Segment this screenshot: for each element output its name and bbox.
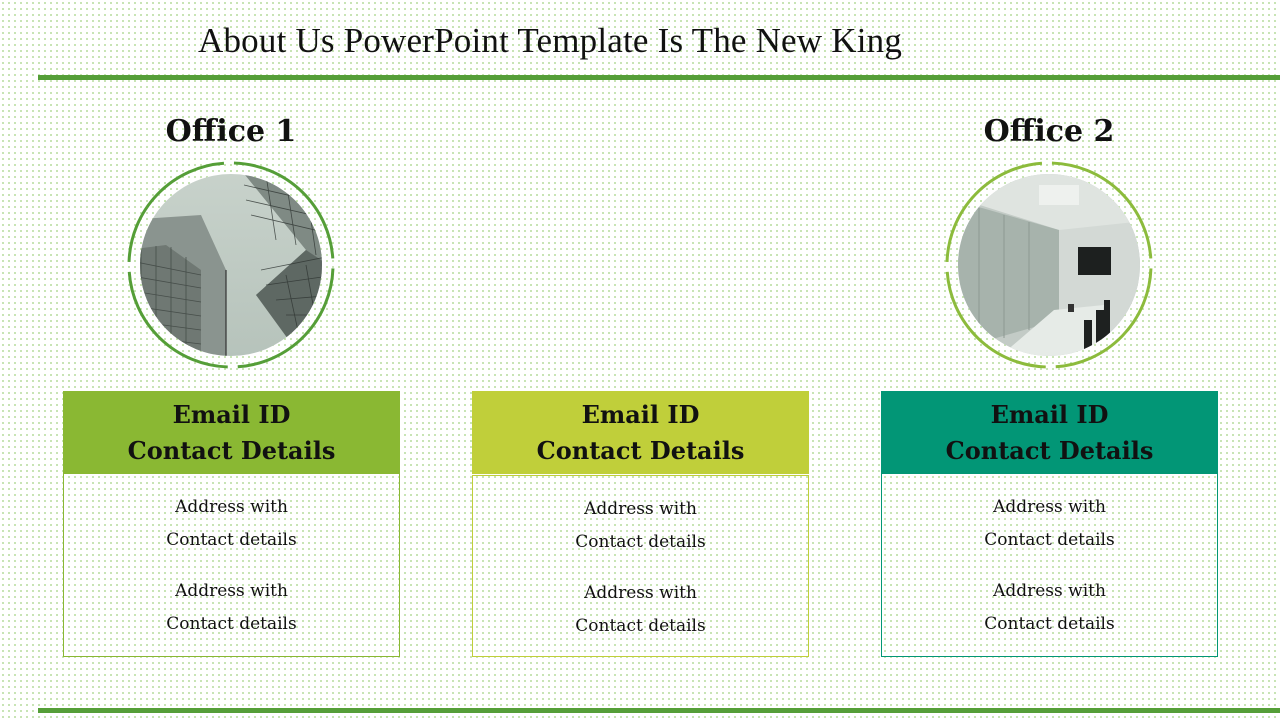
address-line: Address with xyxy=(584,583,697,603)
card-1-email-label: Email ID xyxy=(172,399,291,429)
contact-line: Contact details xyxy=(984,614,1115,634)
card-1-body: Address with Contact details Address wit… xyxy=(63,474,400,657)
office-1-photo xyxy=(126,160,336,370)
contact-line: Contact details xyxy=(575,532,706,552)
contact-line: Contact details xyxy=(984,530,1115,550)
top-divider xyxy=(38,75,1280,80)
contact-line: Contact details xyxy=(575,616,706,636)
card-2-contact-label: Contact Details xyxy=(536,435,745,465)
address-line: Address with xyxy=(993,497,1106,517)
office-building-image xyxy=(127,161,335,369)
card-2-email-label: Email ID xyxy=(581,399,700,429)
address-line: Address with xyxy=(175,581,288,601)
card-3-header: Email ID Contact Details xyxy=(881,391,1218,474)
card-2-body: Address with Contact details Address wit… xyxy=(472,475,809,657)
address-line: Address with xyxy=(175,497,288,517)
card-3-email-label: Email ID xyxy=(990,399,1109,429)
contact-line: Contact details xyxy=(166,614,297,634)
contact-card-2: Email ID Contact Details Address with Co… xyxy=(472,391,809,657)
address-line: Address with xyxy=(993,581,1106,601)
slide-title: About Us PowerPoint Template Is The New … xyxy=(198,21,903,60)
contact-card-1: Email ID Contact Details Address with Co… xyxy=(63,391,400,657)
card-3-body: Address with Contact details Address wit… xyxy=(881,474,1218,657)
card-3-contact-label: Contact Details xyxy=(945,435,1154,465)
office-2-label: Office 2 xyxy=(983,114,1115,149)
address-line: Address with xyxy=(584,499,697,519)
contact-line: Contact details xyxy=(166,530,297,550)
conference-room-image xyxy=(945,161,1153,369)
card-1-contact-label: Contact Details xyxy=(127,435,336,465)
office-1-label: Office 1 xyxy=(165,114,297,149)
card-1-header: Email ID Contact Details xyxy=(63,391,400,474)
office-2-photo xyxy=(944,160,1154,370)
bottom-divider xyxy=(38,708,1280,713)
contact-card-3: Email ID Contact Details Address with Co… xyxy=(881,391,1218,657)
card-2-header: Email ID Contact Details xyxy=(472,391,809,474)
